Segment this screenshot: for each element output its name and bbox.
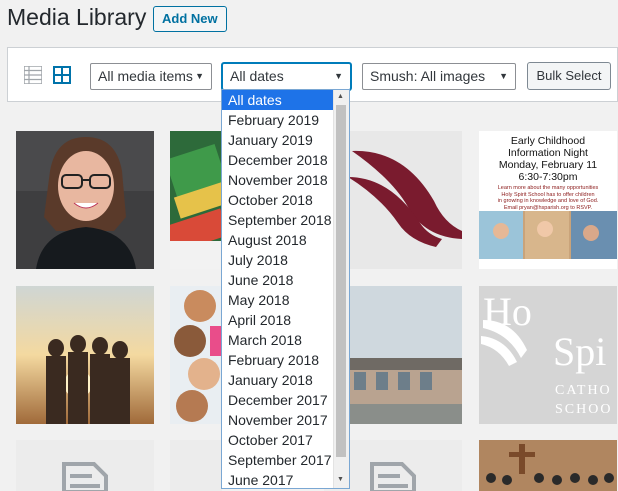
media-item-group-photo[interactable] [479, 440, 617, 491]
smush-filter-value: Smush: All images [370, 68, 486, 84]
books-image [170, 131, 231, 269]
date-option[interactable]: October 2018 [222, 190, 349, 210]
list-view-icon[interactable] [24, 66, 42, 84]
media-item-flyer[interactable]: Early Childhood Information Night Monday… [479, 131, 617, 269]
grid-view-icon[interactable] [53, 66, 71, 84]
date-option[interactable]: All dates [222, 90, 349, 110]
date-option[interactable]: September 2018 [222, 210, 349, 230]
date-option[interactable]: November 2017 [222, 410, 349, 430]
document-icon [370, 462, 416, 491]
date-option[interactable]: February 2019 [222, 110, 349, 130]
date-filter-value: All dates [230, 68, 284, 84]
date-option[interactable]: September 2017 [222, 450, 349, 470]
date-option[interactable]: June 2018 [222, 270, 349, 290]
logo-text-4: SCHOO [555, 402, 613, 417]
children-photo [479, 211, 617, 259]
dove-white-icon [481, 320, 527, 366]
flyer-line-3: Monday, February 11 [498, 159, 598, 171]
date-option[interactable]: August 2018 [222, 230, 349, 250]
media-item-school-logo[interactable]: Ho Spi CATHO SCHOO [479, 286, 617, 424]
chevron-down-icon: ▼ [334, 71, 343, 81]
early-childhood-flyer: Early Childhood Information Night Monday… [479, 135, 617, 264]
date-option[interactable]: December 2018 [222, 150, 349, 170]
media-item-document-1[interactable] [16, 440, 154, 491]
kids-circle-image [170, 286, 222, 424]
media-item-document-2[interactable] [170, 440, 222, 491]
media-item-portrait-woman[interactable] [16, 131, 154, 269]
smush-filter[interactable]: Smush: All images ▼ [362, 63, 516, 90]
date-options: All dates February 2019 January 2019 Decemb… [222, 90, 349, 488]
logo-text-3: CATHO [555, 383, 612, 398]
date-dropdown-list[interactable]: All dates February 2019 January 2019 Decemb… [221, 89, 350, 489]
date-option[interactable]: October 2017 [222, 430, 349, 450]
date-option[interactable]: March 2018 [222, 330, 349, 350]
flyer-small-3: in growing in knowledge and love of God. [497, 198, 599, 204]
date-option[interactable]: December 2017 [222, 390, 349, 410]
date-option[interactable]: July 2018 [222, 250, 349, 270]
chevron-down-icon: ▼ [499, 71, 508, 81]
flyer-line-1: Early Childhood [510, 135, 586, 147]
date-option[interactable]: January 2018 [222, 370, 349, 390]
document-icon [62, 462, 108, 491]
flyer-line-4: 6:30-7:30pm [518, 171, 578, 183]
portrait-image [16, 131, 154, 269]
flyer-line-2: Information Night [508, 147, 588, 159]
date-option[interactable]: November 2018 [222, 170, 349, 190]
flyer-small-1: Learn more about the many opportunities [497, 185, 599, 191]
media-type-filter-value: All media items [98, 68, 193, 84]
logo-text-2: Spi [553, 329, 607, 374]
date-option[interactable]: February 2018 [222, 350, 349, 370]
bulk-select-button[interactable]: Bulk Select [527, 62, 611, 90]
date-option[interactable]: April 2018 [222, 310, 349, 330]
date-option[interactable]: May 2018 [222, 290, 349, 310]
chevron-down-icon: ▼ [195, 71, 204, 81]
scroll-up-icon[interactable]: ▲ [337, 93, 344, 100]
group-photo-image [479, 440, 617, 491]
date-option[interactable]: June 2017 [222, 470, 349, 488]
scroll-down-icon[interactable]: ▼ [337, 476, 344, 483]
dropdown-scrollbar[interactable]: ▲ ▼ [333, 90, 349, 488]
date-filter[interactable]: All dates ▼ [222, 63, 351, 90]
media-type-filter[interactable]: All media items ▼ [90, 63, 212, 90]
date-option[interactable]: January 2019 [222, 130, 349, 150]
media-item-sunset-friends[interactable] [16, 286, 154, 424]
scrollbar-thumb[interactable] [336, 105, 346, 457]
sunset-friends-image [16, 286, 154, 424]
